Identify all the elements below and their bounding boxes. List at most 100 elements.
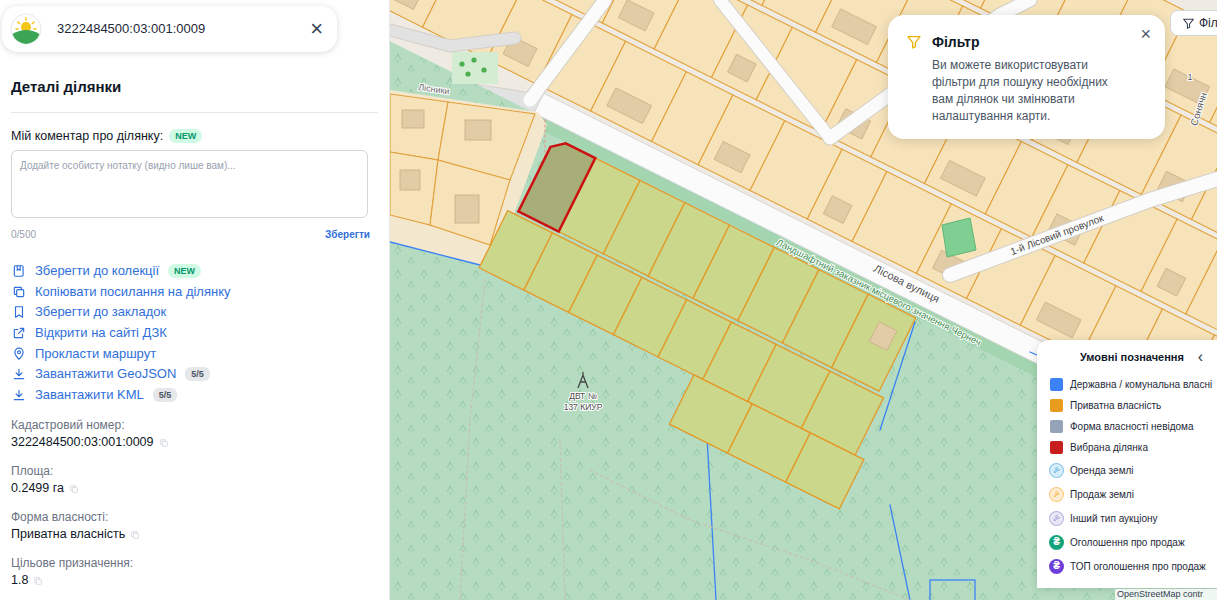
footpath	[460, 280, 485, 600]
download-icon	[12, 367, 26, 381]
badge: 5/5	[153, 388, 178, 402]
field-value: Приватна власність	[11, 525, 125, 544]
comment-footer: 0/500 Зберегти	[0, 228, 389, 242]
field: Форма власності:Приватна власність	[11, 509, 378, 544]
comment-label: Мій коментар про ділянку:NEW	[0, 127, 389, 145]
save-button[interactable]: Зберегти	[325, 228, 378, 242]
filter-tooltip: ФільтрВи можете використовувати фільтри …	[888, 15, 1165, 139]
filter-button-label[interactable]: Філ	[1199, 15, 1217, 31]
road	[720, 0, 830, 138]
action-link[interactable]: Завантажити GeoJSON5/5	[12, 364, 377, 385]
close-button[interactable]: ×	[1140, 24, 1151, 44]
legend-item: ₴ТОП оголошення про продаж	[1037, 554, 1217, 578]
logo-icon[interactable]	[10, 13, 42, 45]
action-label[interactable]: Зберегти до закладок	[35, 303, 166, 321]
action-link[interactable]: Зберегти до закладок	[12, 302, 377, 323]
filter-tooltip-body: ФільтрВи можете використовувати фільтри …	[932, 32, 1132, 125]
field-value: 1.8	[11, 571, 28, 590]
legend-item: Вибрана ділянка	[1037, 437, 1217, 458]
app: 3222484500:03:001:0009×Деталі ділянкиМій…	[0, 0, 1217, 600]
building	[402, 110, 424, 128]
action-label[interactable]: Зберегти до колекції	[35, 262, 159, 280]
filter-icon	[1182, 17, 1195, 30]
field-value-row: 0.2499 га	[11, 479, 378, 498]
copy-icon[interactable]	[69, 484, 79, 494]
legend-item: Продаж землі	[1037, 482, 1217, 506]
copy-icon[interactable]	[33, 576, 43, 586]
filter-button[interactable]: Філ	[1170, 10, 1217, 36]
field: Кадастровий номер:3222484500:03:001:0009	[11, 417, 378, 452]
download-icon	[12, 388, 26, 402]
hammer-icon	[1052, 466, 1061, 475]
legend-label: Форма власності невідома	[1070, 420, 1194, 433]
action-label[interactable]: Завантажити GeoJSON	[35, 365, 176, 383]
comment-label-text: Мій коментар про ділянку:	[11, 127, 163, 145]
action-link[interactable]: Відкрити на сайті ДЗК	[12, 323, 377, 344]
legend-label: Інший тип аукціону	[1070, 512, 1158, 525]
legend-label: Вибрана ділянка	[1070, 441, 1148, 454]
map[interactable]: ЛісникиДВТ №137 КИУРЛісова вулиця1-й Ліс…	[390, 0, 1217, 600]
attribution[interactable]: OpenStreetMap contr	[1115, 589, 1217, 600]
copy-icon[interactable]	[130, 530, 140, 540]
legend-label: Державна / комунальна власні	[1070, 378, 1212, 391]
building	[400, 170, 420, 190]
legend-swatch	[1050, 399, 1063, 412]
char-counter: 0/500	[11, 228, 36, 242]
field-label: Площа:	[11, 463, 378, 479]
action-label[interactable]: Завантажити KML	[35, 386, 144, 404]
action-label[interactable]: Прокласти маршрут	[35, 345, 156, 363]
footpath	[590, 470, 910, 600]
legend-collapse[interactable]: ‹	[1198, 349, 1203, 365]
boundary-line	[890, 505, 910, 600]
forest	[390, 0, 1217, 600]
action-label[interactable]: Копіювати посилання на ділянку	[35, 283, 231, 301]
close-button[interactable]: ×	[310, 18, 323, 40]
parcel-outline	[1210, 43, 1217, 146]
building	[728, 54, 757, 82]
hammer-icon	[1052, 490, 1061, 499]
legend-item: Форма власності невідома	[1037, 416, 1217, 437]
search-bar[interactable]: 3222484500:03:001:0009 ×	[2, 6, 337, 52]
building	[823, 196, 852, 224]
tree-icon	[481, 67, 486, 72]
external-link-icon	[12, 326, 26, 340]
building	[869, 322, 897, 351]
action-link[interactable]: Завантажити KML 5/5	[12, 385, 377, 406]
action-link[interactable]: Зберегти до колекції NEW	[12, 261, 377, 282]
tree-icon	[471, 57, 476, 62]
communal-parcel	[942, 218, 976, 257]
action-label[interactable]: Відкрити на сайті ДЗК	[35, 324, 167, 342]
road	[530, 0, 605, 100]
collection-icon	[12, 264, 26, 278]
copy-icon[interactable]	[159, 438, 169, 448]
tree-icon	[465, 71, 470, 76]
legend-label: Приватна власність	[1070, 399, 1161, 412]
boundary-line	[930, 580, 975, 600]
copy-icon	[12, 285, 26, 299]
badge: NEW	[168, 264, 201, 278]
land-parcel[interactable]	[518, 143, 595, 231]
road-edge	[720, 0, 830, 138]
action-list: Зберегти до колекції NEW Копіювати посилан…	[0, 261, 389, 405]
road	[950, 175, 1217, 275]
building	[941, 160, 986, 196]
field-value-row: Приватна власність	[11, 525, 378, 544]
legend-label: Оренда землі	[1070, 464, 1134, 477]
field-label: Кадастровий номер:	[11, 417, 378, 433]
legend: Умовні позначення‹Державна / комунальна …	[1037, 340, 1217, 588]
field-label: Цільове призначення:	[11, 555, 378, 571]
legend-swatch	[1050, 378, 1063, 391]
map-label: Лісники	[418, 82, 450, 96]
map-label: Ландшафтний заказник місцевого значення …	[775, 237, 983, 348]
action-link[interactable]: Прокласти маршрут	[12, 343, 377, 364]
reserve-strip	[529, 113, 1217, 600]
land-parcel[interactable]	[786, 433, 864, 509]
search-value[interactable]: 3222484500:03:001:0009	[57, 20, 295, 38]
building	[465, 120, 491, 140]
legend-item: ₴Оголошення про продаж	[1037, 530, 1217, 554]
legend-label: Продаж землі	[1070, 488, 1134, 501]
tower-icon	[578, 372, 588, 388]
field-label: Форма власності:	[11, 509, 378, 525]
comment-input[interactable]	[11, 150, 368, 218]
action-link[interactable]: Копіювати посилання на ділянку	[12, 282, 377, 303]
